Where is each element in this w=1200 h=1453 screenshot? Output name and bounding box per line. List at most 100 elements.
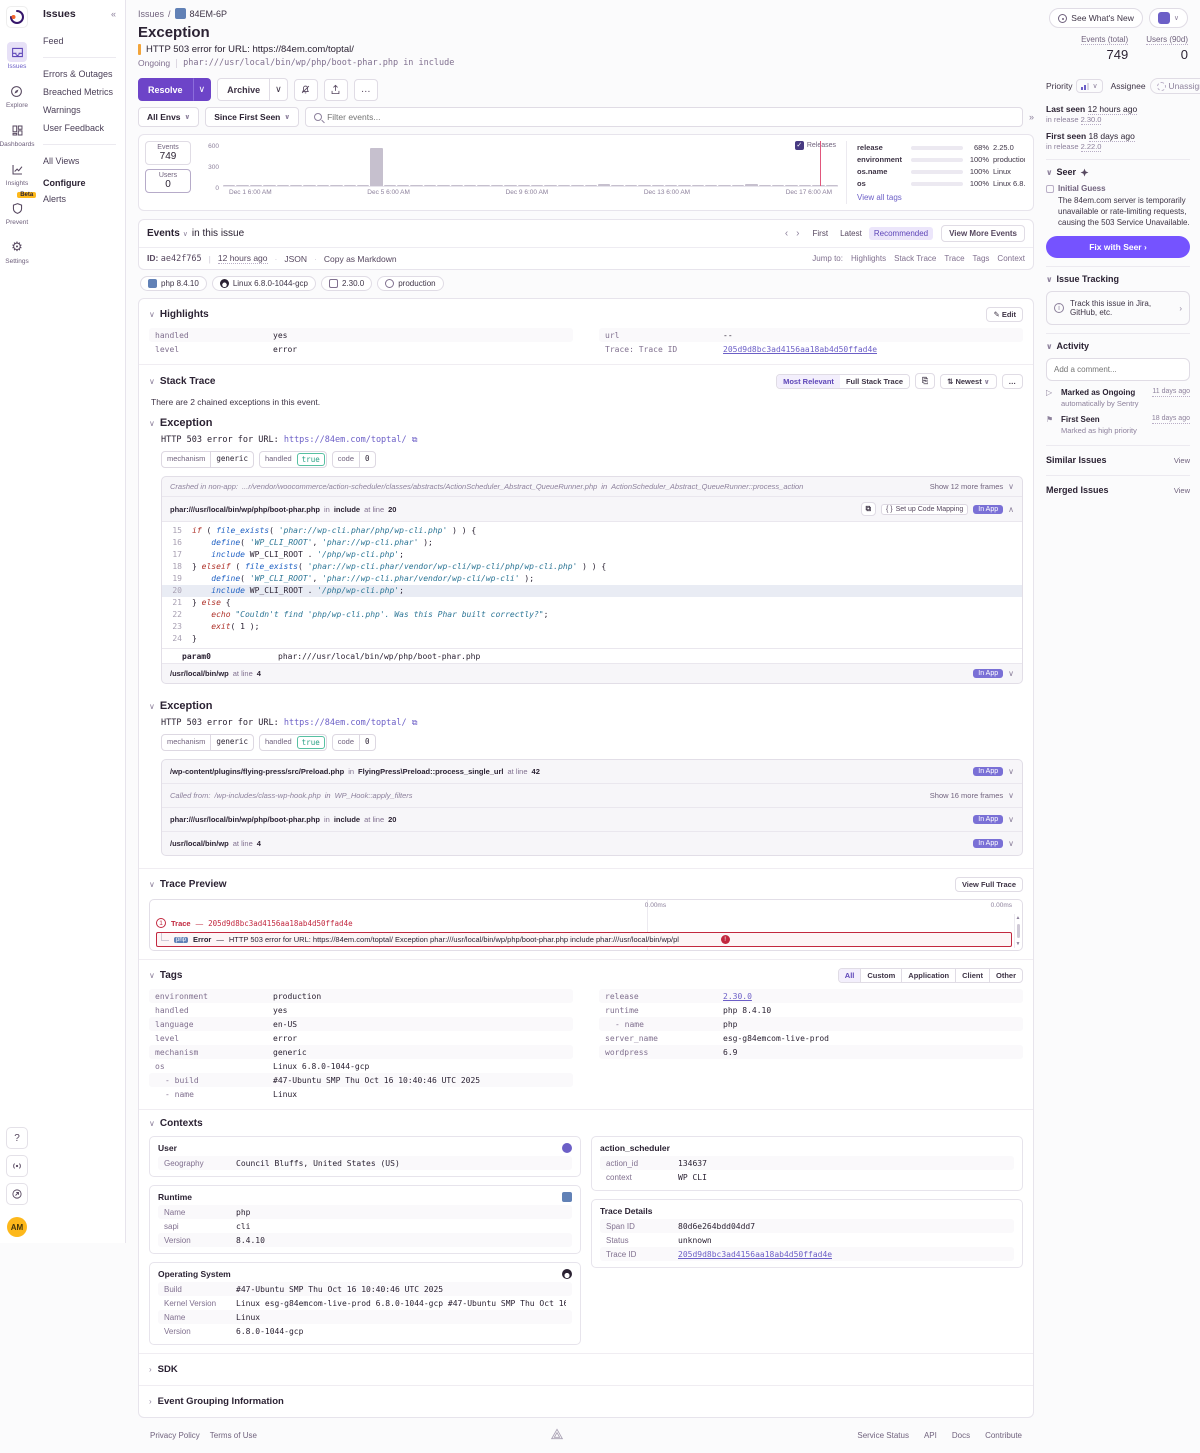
frame-boot-phar[interactable]: phar:///usr/local/bin/wp/php/boot-phar.p… [162,496,1022,521]
footer-link[interactable]: Privacy Policy [150,1431,200,1440]
setup-code-mapping-button[interactable]: { } Set up Code Mapping [881,504,968,515]
user-avatar[interactable]: AM [7,1217,27,1237]
support-icon[interactable] [6,1183,28,1205]
exception-url-link[interactable]: https://84em.com/toptal/ [284,718,407,728]
expand-frame-icon[interactable]: ∨ [1008,669,1014,678]
event-tag-pill[interactable]: 2.30.0 [321,276,372,291]
initial-guess-label[interactable]: Initial Guess [1058,184,1106,193]
rail-item-explore[interactable]: Explore [6,81,28,109]
sort-newest-dropdown[interactable]: ⇅ Newest ∨ [940,374,996,389]
tag-filter-tab[interactable]: Other [989,969,1022,982]
jump-link[interactable]: Highlights [851,254,886,263]
event-nav-tab[interactable]: First [808,227,834,240]
show-more-frames-link[interactable]: Show 16 more frames [930,791,1003,800]
jump-link[interactable]: Tags [973,254,990,263]
tag-summary-row[interactable]: environment100%production [857,155,1025,164]
trace-root-row[interactable]: 1 Trace — 205d9d8bc3ad4156aa18ab4d50ffad… [156,918,1012,928]
rail-item-dashboards[interactable]: Dashboards [0,120,35,148]
collapse-issue-tracking-icon[interactable]: ∨ [1046,275,1053,284]
footer-link[interactable]: API [924,1431,937,1440]
fix-with-seer-button[interactable]: Fix with Seer › [1046,236,1190,258]
search-input[interactable] [327,112,1014,122]
comment-input[interactable] [1046,358,1190,381]
trace-scrollbar[interactable]: ▲▼ [1014,914,1021,948]
json-link[interactable]: JSON [284,254,307,264]
more-actions-button[interactable]: … [354,79,378,101]
mute-button[interactable] [294,79,318,101]
archive-button[interactable]: Archive [217,78,270,101]
footer-link[interactable]: Docs [952,1431,970,1440]
rail-item-prevent[interactable]: Beta Prevent [6,198,28,226]
chart-users-toggle[interactable]: Users 0 [145,169,191,193]
event-nav-tab[interactable]: Latest [835,227,867,240]
archive-dropdown[interactable]: ∨ [270,78,288,101]
tag-value-link[interactable]: 2.30.0 [723,992,752,1001]
exception-url-link[interactable]: https://84em.com/toptal/ [284,435,407,445]
footer-link[interactable]: Contribute [985,1431,1022,1440]
sidebar-item-feed[interactable]: Feed [43,32,116,50]
collapse-trace-icon[interactable]: ∨ [149,880,155,889]
event-tag-pill[interactable]: Linux 6.8.0-1044-gcp [212,276,316,291]
tag-filter-tab[interactable]: Client [955,969,989,982]
prev-event-button[interactable]: ‹ [785,228,788,239]
show-more-frames-link[interactable]: Show 12 more frames [930,482,1003,491]
footer-link[interactable]: Terms of Use [210,1431,257,1440]
chart-events-toggle[interactable]: Events 749 [145,141,191,165]
collapse-exception1-icon[interactable]: ∨ [149,419,155,428]
event-tag-pill[interactable]: production [377,276,443,291]
collapse-activity-icon[interactable]: ∨ [1046,342,1053,351]
copy-markdown-link[interactable]: Copy as Markdown [324,254,397,264]
collapse-sidebar-icon[interactable]: « [111,9,116,19]
most-relevant-tab[interactable]: Most Relevant [777,375,840,388]
collapse-exception2-icon[interactable]: ∨ [149,702,155,711]
date-range-filter[interactable]: Since First Seen∨ [205,107,299,127]
frame-usr-local-bin-wp[interactable]: /usr/local/bin/wp at line 4 In App∨ [162,831,1022,855]
broadcast-icon[interactable] [6,1155,28,1177]
edit-highlights-button[interactable]: ✎ Edit [986,307,1023,322]
tag-summary-row[interactable]: os.name100%Linux [857,167,1025,176]
collapse-highlights-icon[interactable]: ∨ [149,310,155,319]
tag-filter-tab[interactable]: All [839,969,861,982]
events-chart[interactable]: ✓ Releases 6003000 Dec 1 6:00 AMDec 5 6:… [199,141,838,204]
chart-plot-area[interactable] [223,143,838,187]
sidebar-item[interactable]: Errors & Outages [43,65,116,83]
collapse-contexts-icon[interactable]: ∨ [149,1119,155,1128]
whats-new-button[interactable]: See What's New [1049,8,1143,28]
footer-link[interactable]: Service Status [857,1431,909,1440]
breadcrumb-issues-link[interactable]: Issues [138,9,164,19]
tag-filter-tab[interactable]: Custom [860,969,901,982]
help-icon[interactable]: ? [6,1127,28,1149]
account-menu-button[interactable]: ∨ [1149,8,1188,28]
collapse-tags-icon[interactable]: ∨ [149,971,155,980]
collapsed-frames-row[interactable]: Called from: /wp-includes/class-wp-hook.… [162,783,1022,807]
collapse-stacktrace-icon[interactable]: ∨ [149,377,155,386]
frame-preload-php[interactable]: /wp-content/plugins/flying-press/src/Pre… [162,760,1022,783]
thread-icon[interactable]: ⎘ [915,373,935,389]
frame-boot-phar[interactable]: phar:///usr/local/bin/wp/php/boot-phar.p… [162,807,1022,831]
events-dropdown[interactable]: Events [147,228,180,239]
view-more-events-button[interactable]: View More Events [941,225,1025,242]
resolve-dropdown[interactable]: ∨ [193,78,212,101]
view-merged-link[interactable]: View [1174,486,1190,495]
users-90d-label[interactable]: Users (90d) [1146,35,1188,45]
release-link[interactable]: 2.30.0 [1081,115,1102,125]
copy-frame-icon[interactable]: ⧉ [861,502,876,516]
collapse-frame-icon[interactable]: ∧ [1008,505,1014,514]
view-full-trace-button[interactable]: View Full Trace [955,877,1023,892]
rail-item-insights[interactable]: Insights [6,159,28,187]
share-button[interactable] [324,79,348,101]
frame-usr-local-bin-wp[interactable]: /usr/local/bin/wp at line 4 In App∨ [162,663,1022,683]
section-event-grouping[interactable]: ›Event Grouping Information [139,1385,1033,1417]
view-similar-link[interactable]: View [1174,456,1190,465]
sidebar-item[interactable]: User Feedback [43,119,116,137]
trace-waterfall[interactable]: 0.00ms0.00ms 1 Trace — 205d9d8bc3ad4156a… [149,899,1023,951]
events-total-label[interactable]: Events (total) [1081,35,1128,45]
view-all-tags-link[interactable]: View all tags [857,193,902,202]
tag-value-link[interactable]: 205d9d8bc3ad4156aa18ab4d50ffad4e [723,345,877,354]
track-issue-button[interactable]: i Track this issue in Jira, GitHub, etc.… [1046,291,1190,325]
resolve-button[interactable]: Resolve [138,78,193,101]
sidebar-item[interactable]: Breached Metrics [43,83,116,101]
jump-link[interactable]: Context [997,254,1025,263]
collapse-seer-icon[interactable]: ∨ [1046,168,1053,177]
stacktrace-more-button[interactable]: … [1002,374,1024,389]
